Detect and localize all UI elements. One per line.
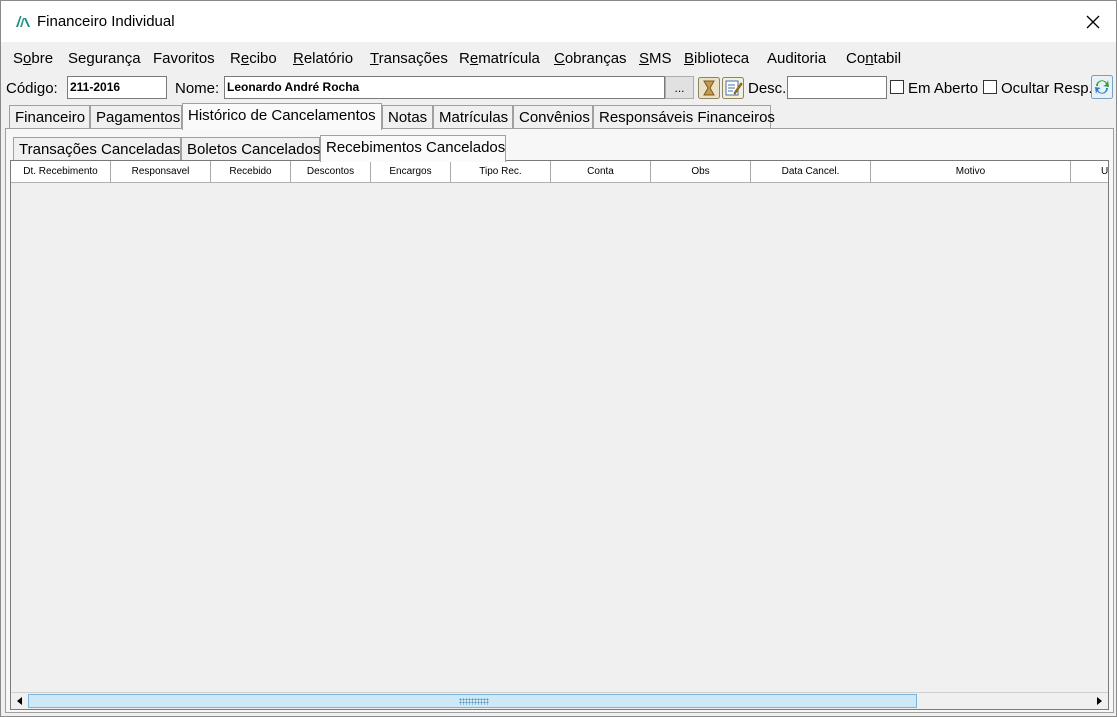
nome-label: Nome: xyxy=(175,80,220,97)
ocultar-resp-label: Ocultar Resp. xyxy=(1001,80,1093,97)
menu-sobre[interactable]: Sobre xyxy=(13,50,53,67)
tab-responsaveis-financeiros[interactable]: Responsáveis Financeiros xyxy=(593,105,775,129)
desc-input[interactable] xyxy=(787,76,887,99)
desc-label: Desc.: xyxy=(748,80,791,97)
edit-notes-icon[interactable] xyxy=(722,77,744,99)
recebimentos-grid: Dt. Recebimento Responsavel Recebido Des… xyxy=(10,160,1109,710)
tab-matriculas[interactable]: Matrículas xyxy=(433,105,513,129)
grid-header: Dt. Recebimento Responsavel Recebido Des… xyxy=(11,161,1108,183)
grip-icon xyxy=(459,698,489,705)
tab-historico-cancelamentos[interactable]: Histórico de Cancelamentos xyxy=(182,103,382,130)
arrow-right-icon xyxy=(1096,697,1102,705)
ocultar-resp-checkbox[interactable] xyxy=(983,80,997,94)
window-title: Financeiro Individual xyxy=(37,13,175,30)
col-conta[interactable]: Conta xyxy=(551,161,651,182)
menu-recibo[interactable]: Recibo xyxy=(230,50,277,67)
col-u[interactable]: U xyxy=(1071,161,1108,182)
tab-notas[interactable]: Notas xyxy=(382,105,433,129)
arrow-left-icon xyxy=(16,697,22,705)
col-obs[interactable]: Obs xyxy=(651,161,751,182)
sub-tabs: Transações Canceladas Boletos Cancelados… xyxy=(6,135,1113,162)
col-descontos[interactable]: Descontos xyxy=(291,161,371,182)
codigo-input[interactable]: 211-2016 xyxy=(67,76,167,99)
col-dt-recebimento[interactable]: Dt. Recebimento xyxy=(11,161,111,182)
subtab-transacoes-canceladas[interactable]: Transações Canceladas xyxy=(13,137,181,161)
col-encargos[interactable]: Encargos xyxy=(371,161,451,182)
col-data-cancel[interactable]: Data Cancel. xyxy=(751,161,871,182)
student-toolbar: Código: 211-2016 Nome: Leonardo André Ro… xyxy=(1,74,1116,102)
menu-transacoes[interactable]: Transações xyxy=(370,50,448,67)
financeiro-individual-window: Financeiro Individual Sobre Segurança Fa… xyxy=(0,0,1117,717)
menu-rematricula[interactable]: Rematrícula xyxy=(459,50,540,67)
col-responsavel[interactable]: Responsavel xyxy=(111,161,211,182)
subtab-boletos-cancelados[interactable]: Boletos Cancelados xyxy=(181,137,320,161)
historico-cancelamentos-panel: Transações Canceladas Boletos Cancelados… xyxy=(5,128,1114,713)
em-aberto-label: Em Aberto xyxy=(908,80,979,97)
app-logo-icon xyxy=(16,16,30,27)
col-motivo[interactable]: Motivo xyxy=(871,161,1071,182)
menu-sms[interactable]: SMS xyxy=(639,50,672,67)
menu-biblioteca[interactable]: Biblioteca xyxy=(684,50,749,67)
menu-favoritos[interactable]: Favoritos xyxy=(153,50,215,67)
col-recebido[interactable]: Recebido xyxy=(211,161,291,182)
title-bar: Financeiro Individual xyxy=(1,1,1116,42)
close-icon xyxy=(1086,15,1100,28)
menu-contabil[interactable]: Contabil xyxy=(846,50,901,67)
scroll-left-button[interactable] xyxy=(11,693,28,709)
scroll-right-button[interactable] xyxy=(1091,693,1108,709)
close-button[interactable] xyxy=(1070,1,1116,42)
em-aberto-checkbox[interactable] xyxy=(890,80,904,94)
menu-cobrancas[interactable]: Cobranças xyxy=(554,50,627,67)
menu-auditoria[interactable]: Auditoria xyxy=(767,50,826,67)
horizontal-scrollbar[interactable] xyxy=(11,692,1108,709)
refresh-icon[interactable] xyxy=(1091,75,1113,99)
codigo-label: Código: xyxy=(6,80,58,97)
tab-convenios[interactable]: Convênios xyxy=(513,105,593,129)
nome-input[interactable]: Leonardo André Rocha xyxy=(224,76,665,99)
menu-relatorio[interactable]: Relatório xyxy=(293,50,353,67)
subtab-recebimentos-cancelados[interactable]: Recebimentos Cancelados xyxy=(320,135,506,162)
tab-financeiro[interactable]: Financeiro xyxy=(9,105,90,129)
menu-bar: Sobre Segurança Favoritos Recibo Relatór… xyxy=(1,45,1116,73)
search-student-button[interactable]: ... xyxy=(665,76,694,99)
scroll-thumb[interactable] xyxy=(28,694,917,708)
main-tabs: Financeiro Pagamentos Histórico de Cance… xyxy=(1,103,1116,130)
col-tipo-rec[interactable]: Tipo Rec. xyxy=(451,161,551,182)
tab-pagamentos[interactable]: Pagamentos xyxy=(90,105,182,129)
hourglass-icon[interactable] xyxy=(698,77,720,99)
menu-seguranca[interactable]: Segurança xyxy=(68,50,141,67)
